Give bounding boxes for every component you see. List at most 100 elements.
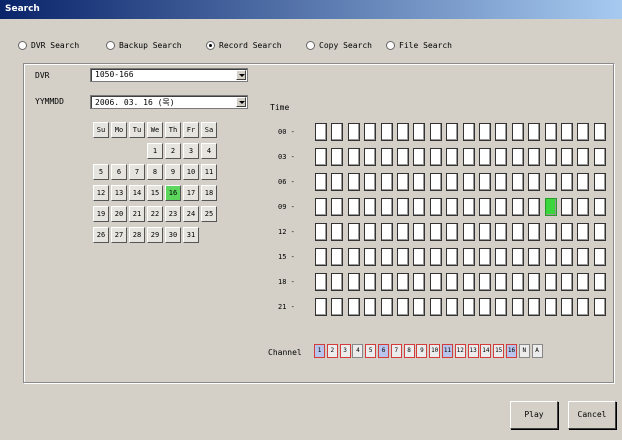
timeline-cell[interactable] — [413, 223, 426, 241]
calendar-day[interactable]: 17 — [183, 185, 199, 201]
dvr-select[interactable]: 1050-166 — [90, 68, 248, 82]
timeline-cell[interactable] — [331, 223, 344, 241]
timeline-cell[interactable] — [446, 298, 459, 316]
timeline-cell[interactable] — [347, 273, 360, 291]
timeline-cell[interactable] — [380, 123, 393, 141]
timeline-cell[interactable] — [593, 248, 606, 266]
channel-button[interactable]: N — [518, 344, 530, 358]
channel-button[interactable]: 12 — [454, 344, 466, 358]
timeline-cell[interactable] — [380, 248, 393, 266]
timeline-cell[interactable] — [315, 173, 327, 191]
cancel-button[interactable]: Cancel — [568, 401, 616, 429]
calendar-day[interactable]: 22 — [147, 206, 163, 222]
timeline-cell[interactable] — [446, 273, 459, 291]
timeline-cell[interactable] — [446, 123, 459, 141]
calendar-day[interactable]: 15 — [147, 185, 163, 201]
timeline-cell[interactable] — [495, 298, 508, 316]
calendar-day[interactable]: 21 — [129, 206, 145, 222]
timeline-cell[interactable] — [577, 248, 590, 266]
calendar-day[interactable]: 12 — [93, 185, 109, 201]
timeline-cell[interactable] — [364, 273, 377, 291]
timeline-cell[interactable] — [561, 248, 573, 266]
timeline-cell[interactable] — [577, 173, 590, 191]
timeline-cell[interactable] — [479, 123, 491, 141]
radio-dot-icon[interactable] — [206, 41, 215, 50]
calendar-day[interactable]: 25 — [201, 206, 217, 222]
timeline-cell[interactable] — [561, 198, 573, 216]
timeline-cell[interactable] — [495, 173, 508, 191]
timeline-cell[interactable] — [544, 148, 557, 166]
timeline-cell[interactable] — [413, 198, 426, 216]
timeline-cell[interactable] — [462, 173, 475, 191]
timeline-cell[interactable] — [429, 123, 442, 141]
calendar-day[interactable]: 30 — [165, 227, 181, 243]
timeline-cell[interactable] — [315, 273, 327, 291]
calendar-day[interactable]: 28 — [129, 227, 145, 243]
channel-button[interactable]: 14 — [480, 344, 492, 358]
timeline-cell[interactable] — [413, 248, 426, 266]
timeline-cell[interactable] — [577, 273, 590, 291]
timeline-cell[interactable] — [347, 248, 360, 266]
timeline-cell[interactable] — [561, 123, 573, 141]
calendar-day[interactable]: 20 — [111, 206, 127, 222]
timeline-cell[interactable] — [462, 248, 475, 266]
radio-dot-icon[interactable] — [106, 41, 115, 50]
play-button[interactable]: Play — [510, 401, 558, 429]
timeline-cell[interactable] — [347, 198, 360, 216]
timeline-cell[interactable] — [413, 273, 426, 291]
timeline-cell[interactable] — [364, 198, 377, 216]
timeline-cell[interactable] — [347, 173, 360, 191]
timeline-cell[interactable] — [479, 223, 491, 241]
calendar-day[interactable]: 24 — [183, 206, 199, 222]
calendar-day[interactable]: 4 — [201, 143, 217, 159]
channel-button[interactable]: 15 — [493, 344, 505, 358]
timeline-cell[interactable] — [495, 198, 508, 216]
timeline-cell[interactable] — [364, 148, 377, 166]
calendar-day[interactable]: 9 — [165, 164, 181, 180]
channel-button[interactable]: 9 — [416, 344, 428, 358]
radio-dot-icon[interactable] — [386, 41, 395, 50]
calendar-day[interactable]: 7 — [129, 164, 145, 180]
search-mode-radio[interactable]: DVR Search — [18, 41, 79, 50]
calendar-day[interactable]: 2 — [165, 143, 181, 159]
timeline-cell[interactable] — [446, 173, 459, 191]
timeline-cell[interactable] — [479, 273, 491, 291]
timeline-cell[interactable] — [315, 198, 327, 216]
timeline-cell[interactable] — [577, 298, 590, 316]
timeline-cell[interactable] — [577, 198, 590, 216]
timeline-cell[interactable] — [462, 273, 475, 291]
timeline-cell[interactable] — [331, 123, 344, 141]
calendar-day[interactable]: 29 — [147, 227, 163, 243]
timeline-cell[interactable] — [495, 123, 508, 141]
timeline-cell[interactable] — [347, 148, 360, 166]
channel-button[interactable]: 5 — [365, 344, 377, 358]
radio-dot-icon[interactable] — [18, 41, 27, 50]
calendar-day[interactable]: 26 — [93, 227, 109, 243]
timeline-cell[interactable] — [593, 123, 606, 141]
channel-button[interactable]: 2 — [326, 344, 338, 358]
timeline-cell[interactable] — [397, 123, 409, 141]
channel-button[interactable]: 10 — [429, 344, 441, 358]
timeline-cell[interactable] — [495, 248, 508, 266]
timeline-cell[interactable] — [511, 248, 524, 266]
timeline-cell[interactable] — [446, 148, 459, 166]
timeline-cell[interactable] — [380, 173, 393, 191]
calendar-day[interactable]: 27 — [111, 227, 127, 243]
timeline-cell[interactable] — [462, 123, 475, 141]
timeline-cell[interactable] — [544, 223, 557, 241]
timeline-cell[interactable] — [544, 298, 557, 316]
calendar-day[interactable]: 31 — [183, 227, 199, 243]
timeline-cell[interactable] — [511, 198, 524, 216]
timeline-cell[interactable] — [347, 123, 360, 141]
calendar-day[interactable]: 10 — [183, 164, 199, 180]
timeline-cell[interactable] — [429, 173, 442, 191]
timeline-cell[interactable] — [315, 298, 327, 316]
timeline-cell[interactable] — [479, 198, 491, 216]
timeline-cell[interactable] — [528, 273, 541, 291]
timeline-cell[interactable] — [479, 148, 491, 166]
timeline-cell[interactable] — [479, 173, 491, 191]
timeline-cell[interactable] — [479, 248, 491, 266]
timeline-cell[interactable] — [593, 148, 606, 166]
timeline-cell[interactable] — [315, 248, 327, 266]
channel-button[interactable]: 11 — [442, 344, 453, 358]
